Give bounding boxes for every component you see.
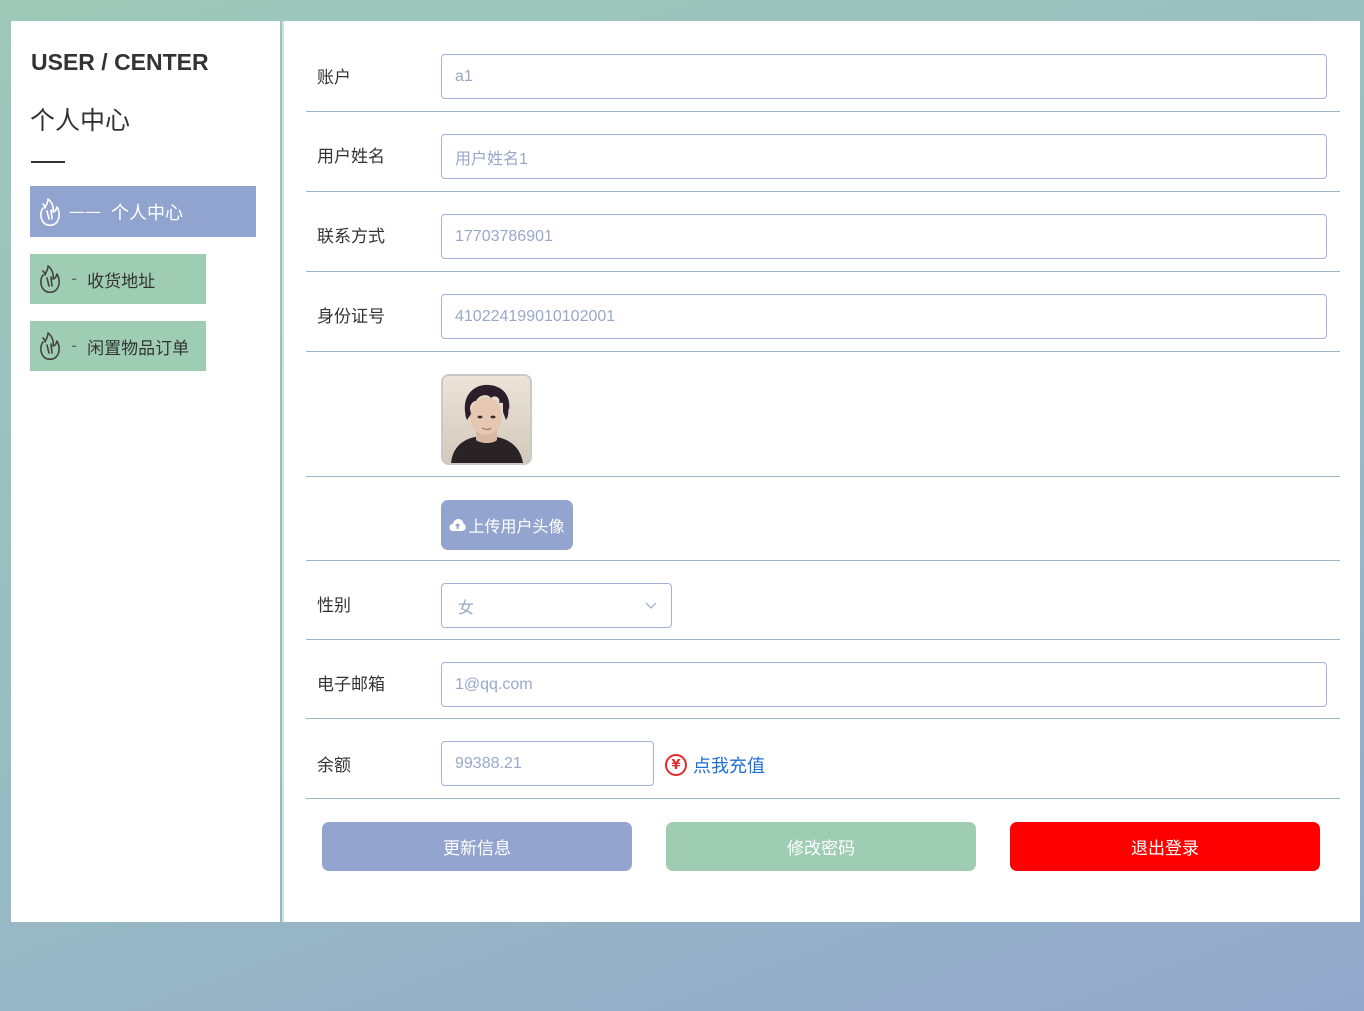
recharge-link[interactable]: ¥ 点我充值 bbox=[665, 752, 765, 778]
sidebar-item-shipping-address[interactable]: - 收货地址 bbox=[30, 254, 206, 304]
sidebar: USER / CENTER 个人中心 —— 个人中心 - 收货地址 - 闲置物品… bbox=[11, 21, 280, 922]
recharge-label: 点我充值 bbox=[693, 756, 765, 777]
profile-form-panel: 账户 a1 用户姓名 用户姓名1 联系方式 17703786901 身份证号 4… bbox=[282, 21, 1360, 922]
form-row-account: 账户 a1 bbox=[306, 21, 1340, 112]
sidebar-item-dash: - bbox=[71, 269, 78, 289]
sidebar-item-label: 闲置物品订单 bbox=[87, 338, 190, 359]
sidebar-item-dash: —— bbox=[69, 202, 101, 221]
sidebar-item-label: 个人中心 bbox=[111, 202, 183, 224]
sidebar-item-idle-orders[interactable]: - 闲置物品订单 bbox=[30, 321, 206, 371]
account-label: 账户 bbox=[317, 68, 351, 88]
form-row-phone: 联系方式 17703786901 bbox=[306, 192, 1340, 272]
change-password-button[interactable]: 修改密码 bbox=[666, 822, 976, 871]
id-number-label: 身份证号 bbox=[317, 307, 385, 327]
sidebar-item-user-center[interactable]: —— 个人中心 bbox=[30, 186, 256, 237]
upload-avatar-label: 上传用户头像 bbox=[468, 517, 565, 536]
balance-input[interactable]: 99388.21 bbox=[441, 741, 654, 786]
cloud-upload-icon bbox=[449, 519, 467, 531]
id-number-input[interactable]: 410224199010102001 bbox=[441, 294, 1327, 339]
logout-button[interactable]: 退出登录 bbox=[1010, 822, 1320, 871]
chevron-down-icon bbox=[645, 602, 657, 609]
update-info-button[interactable]: 更新信息 bbox=[322, 822, 632, 871]
sidebar-item-label: 收货地址 bbox=[87, 271, 156, 292]
form-row-email: 电子邮箱 1@qq.com bbox=[306, 640, 1340, 719]
yen-icon: ¥ bbox=[665, 754, 687, 776]
email-input[interactable]: 1@qq.com bbox=[441, 662, 1327, 707]
user-avatar[interactable] bbox=[441, 374, 532, 465]
phone-input[interactable]: 17703786901 bbox=[441, 214, 1327, 259]
upload-avatar-button[interactable]: 上传用户头像 bbox=[441, 500, 573, 550]
gender-select[interactable]: 女 bbox=[441, 583, 672, 628]
phone-label: 联系方式 bbox=[317, 227, 385, 247]
account-input[interactable]: a1 bbox=[441, 54, 1327, 99]
email-label: 电子邮箱 bbox=[317, 675, 385, 695]
form-row-id-number: 身份证号 410224199010102001 bbox=[306, 272, 1340, 352]
sidebar-item-dash: - bbox=[71, 336, 78, 356]
balance-label: 余额 bbox=[317, 756, 351, 776]
sidebar-title-cn: 个人中心 bbox=[30, 106, 131, 135]
flame-icon bbox=[40, 332, 60, 361]
form-row-username: 用户姓名 用户姓名1 bbox=[306, 112, 1340, 192]
form-row-upload: 上传用户头像 bbox=[306, 477, 1340, 561]
sidebar-divider bbox=[31, 161, 65, 163]
flame-icon bbox=[40, 265, 60, 294]
gender-select-value: 女 bbox=[458, 597, 475, 617]
form-row-gender: 性别 女 bbox=[306, 561, 1340, 640]
flame-icon bbox=[40, 197, 60, 226]
sidebar-title-en: USER / CENTER bbox=[31, 49, 209, 75]
avatar-photo bbox=[443, 376, 530, 463]
form-row-avatar bbox=[306, 352, 1340, 477]
gender-label: 性别 bbox=[317, 596, 351, 616]
username-label: 用户姓名 bbox=[317, 147, 385, 167]
form-row-balance: 余额 99388.21 ¥ 点我充值 bbox=[306, 719, 1340, 799]
username-input[interactable]: 用户姓名1 bbox=[441, 134, 1327, 179]
